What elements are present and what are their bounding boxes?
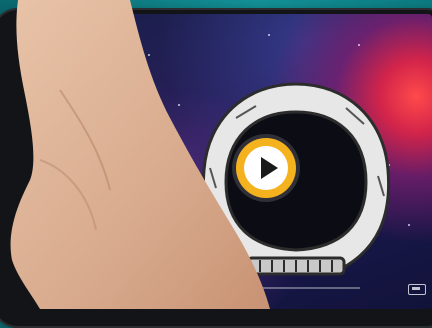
star xyxy=(268,34,270,36)
fullscreen-icon[interactable] xyxy=(408,284,426,295)
astronaut-helmet-illustration xyxy=(201,82,391,276)
star xyxy=(148,54,150,56)
star xyxy=(178,104,180,106)
video-screen[interactable] xyxy=(118,14,432,309)
star xyxy=(158,244,160,246)
play-button[interactable] xyxy=(236,138,296,198)
star xyxy=(358,44,360,46)
star xyxy=(408,224,410,226)
video-progress-bar[interactable] xyxy=(140,287,360,289)
play-button-inner xyxy=(244,146,288,190)
play-icon xyxy=(261,157,278,179)
